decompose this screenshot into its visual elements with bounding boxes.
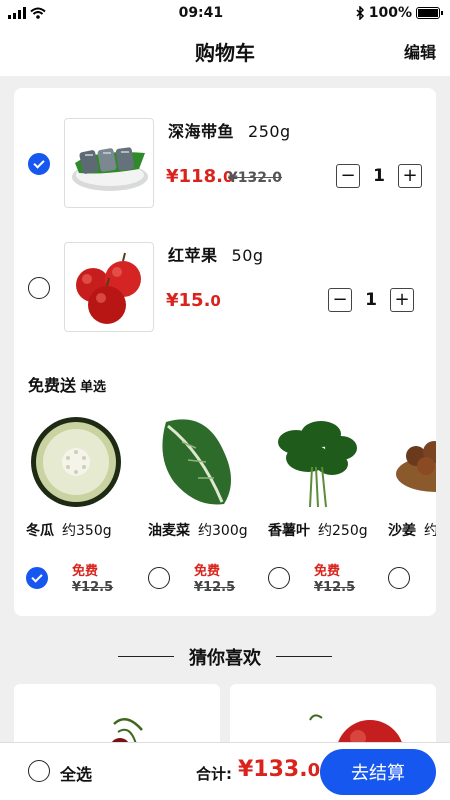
gift-section-title: 免费送 单选 (28, 372, 106, 396)
item-weight: 250g (248, 122, 291, 141)
item-price-integer: ¥15. (166, 290, 211, 311)
status-time: 09:41 (178, 5, 224, 21)
gift-weight: 约 (424, 523, 436, 539)
gift-label: 油麦菜 约300g (148, 520, 248, 540)
gift-radio[interactable] (268, 567, 290, 589)
gift-item[interactable]: 沙姜约 (376, 402, 436, 602)
gift-radio[interactable] (388, 567, 410, 589)
gift-label: 沙姜约 (388, 520, 436, 540)
gift-original-price: ¥12.5 (194, 580, 236, 595)
decrease-button[interactable]: − (328, 288, 352, 312)
total-price: ¥133.0 (238, 757, 320, 782)
gift-name: 香薯叶 (268, 523, 310, 539)
cart-item: 深海带鱼 250g ¥118.0 ¥132.0 − 1 + (14, 110, 436, 220)
gift-item[interactable]: 冬瓜 约350g 免费 ¥12.5 (14, 402, 134, 602)
gift-radio[interactable] (26, 567, 48, 589)
gift-weight: 约300g (198, 523, 248, 539)
item-price-integer: ¥118. (166, 166, 223, 187)
item-original-price: ¥132.0 (228, 170, 283, 186)
checkout-button[interactable]: 去结算 (320, 749, 436, 795)
quantity-value: 1 (373, 166, 385, 186)
lettuce-image (146, 412, 246, 512)
item-title: 深海带鱼 250g (168, 118, 291, 142)
gift-name: 油麦菜 (148, 523, 190, 539)
gift-list: 冬瓜 约350g 免费 ¥12.5 油麦菜 约300g 免费 ¥12.5 香薯叶… (14, 402, 436, 602)
increase-button[interactable]: + (390, 288, 414, 312)
gift-original-price: ¥12.5 (72, 580, 114, 595)
gift-free-tag: 免费 (72, 564, 99, 579)
status-left (8, 7, 46, 19)
divider-right (276, 656, 332, 657)
cellular-signal-icon (8, 7, 26, 19)
sand-ginger-image (386, 412, 436, 512)
quantity-stepper: − 1 + (328, 288, 414, 312)
nav-header: 购物车 编辑 (0, 26, 450, 76)
status-right: 100% (356, 5, 443, 21)
fish-image (64, 118, 154, 208)
gift-free-tag: 免费 (314, 564, 341, 579)
gift-title-text: 免费送 (28, 376, 77, 395)
gift-original-price: ¥12.5 (314, 580, 356, 595)
gift-item[interactable]: 油麦菜 约300g 免费 ¥12.5 (136, 402, 256, 602)
item-price: ¥15.0 (166, 290, 221, 311)
item-name: 红苹果 (168, 246, 218, 265)
gift-label: 香薯叶 约250g (268, 520, 368, 540)
gift-item[interactable]: 香薯叶 约250g 免费 ¥12.5 (256, 402, 376, 602)
page-title: 购物车 (195, 40, 255, 65)
item-title: 红苹果 50g (168, 242, 264, 266)
total-price-decimal: 0 (307, 760, 321, 781)
recommend-title: 猜你喜欢 (189, 648, 261, 669)
battery-percent: 100% (368, 5, 412, 21)
total-price-integer: ¥133. (238, 757, 308, 782)
apple-image (64, 242, 154, 332)
edit-button[interactable]: 编辑 (404, 39, 436, 63)
item-price-decimal: 0 (210, 292, 221, 310)
item-select-checkbox[interactable] (28, 153, 50, 175)
wifi-icon (30, 7, 46, 19)
item-price: ¥118.0 (166, 166, 233, 187)
item-select-checkbox[interactable] (28, 277, 50, 299)
quantity-value: 1 (365, 290, 377, 310)
quantity-stepper: − 1 + (336, 164, 422, 188)
select-all-checkbox[interactable] (28, 760, 50, 782)
winter-melon-image (24, 412, 124, 512)
decrease-button[interactable]: − (336, 164, 360, 188)
select-all-label[interactable]: 全选 (60, 761, 92, 785)
increase-button[interactable]: + (398, 164, 422, 188)
gift-weight: 约350g (62, 523, 112, 539)
gift-mode-label: 单选 (80, 380, 107, 395)
total-label: 合计: (196, 765, 232, 783)
gift-name: 沙姜 (388, 523, 416, 539)
item-name: 深海带鱼 (168, 122, 235, 141)
gift-weight: 约250g (318, 523, 368, 539)
gift-free-tag: 免费 (194, 564, 221, 579)
checkout-bar: 全选 合计: ¥133.0 去结算 (0, 742, 450, 800)
item-weight: 50g (231, 246, 264, 265)
battery-icon (416, 7, 443, 19)
cart-item: 红苹果 50g ¥15.0 − 1 + (14, 234, 436, 344)
sweet-potato-leaf-image (266, 412, 366, 512)
cart-card: 深海带鱼 250g ¥118.0 ¥132.0 − 1 + 红苹果 50g ¥1… (14, 88, 436, 616)
gift-label: 冬瓜 约350g (26, 520, 112, 540)
gift-radio[interactable] (148, 567, 170, 589)
status-bar: 09:41 100% (0, 0, 450, 26)
bluetooth-icon (356, 6, 364, 20)
gift-name: 冬瓜 (26, 523, 54, 539)
